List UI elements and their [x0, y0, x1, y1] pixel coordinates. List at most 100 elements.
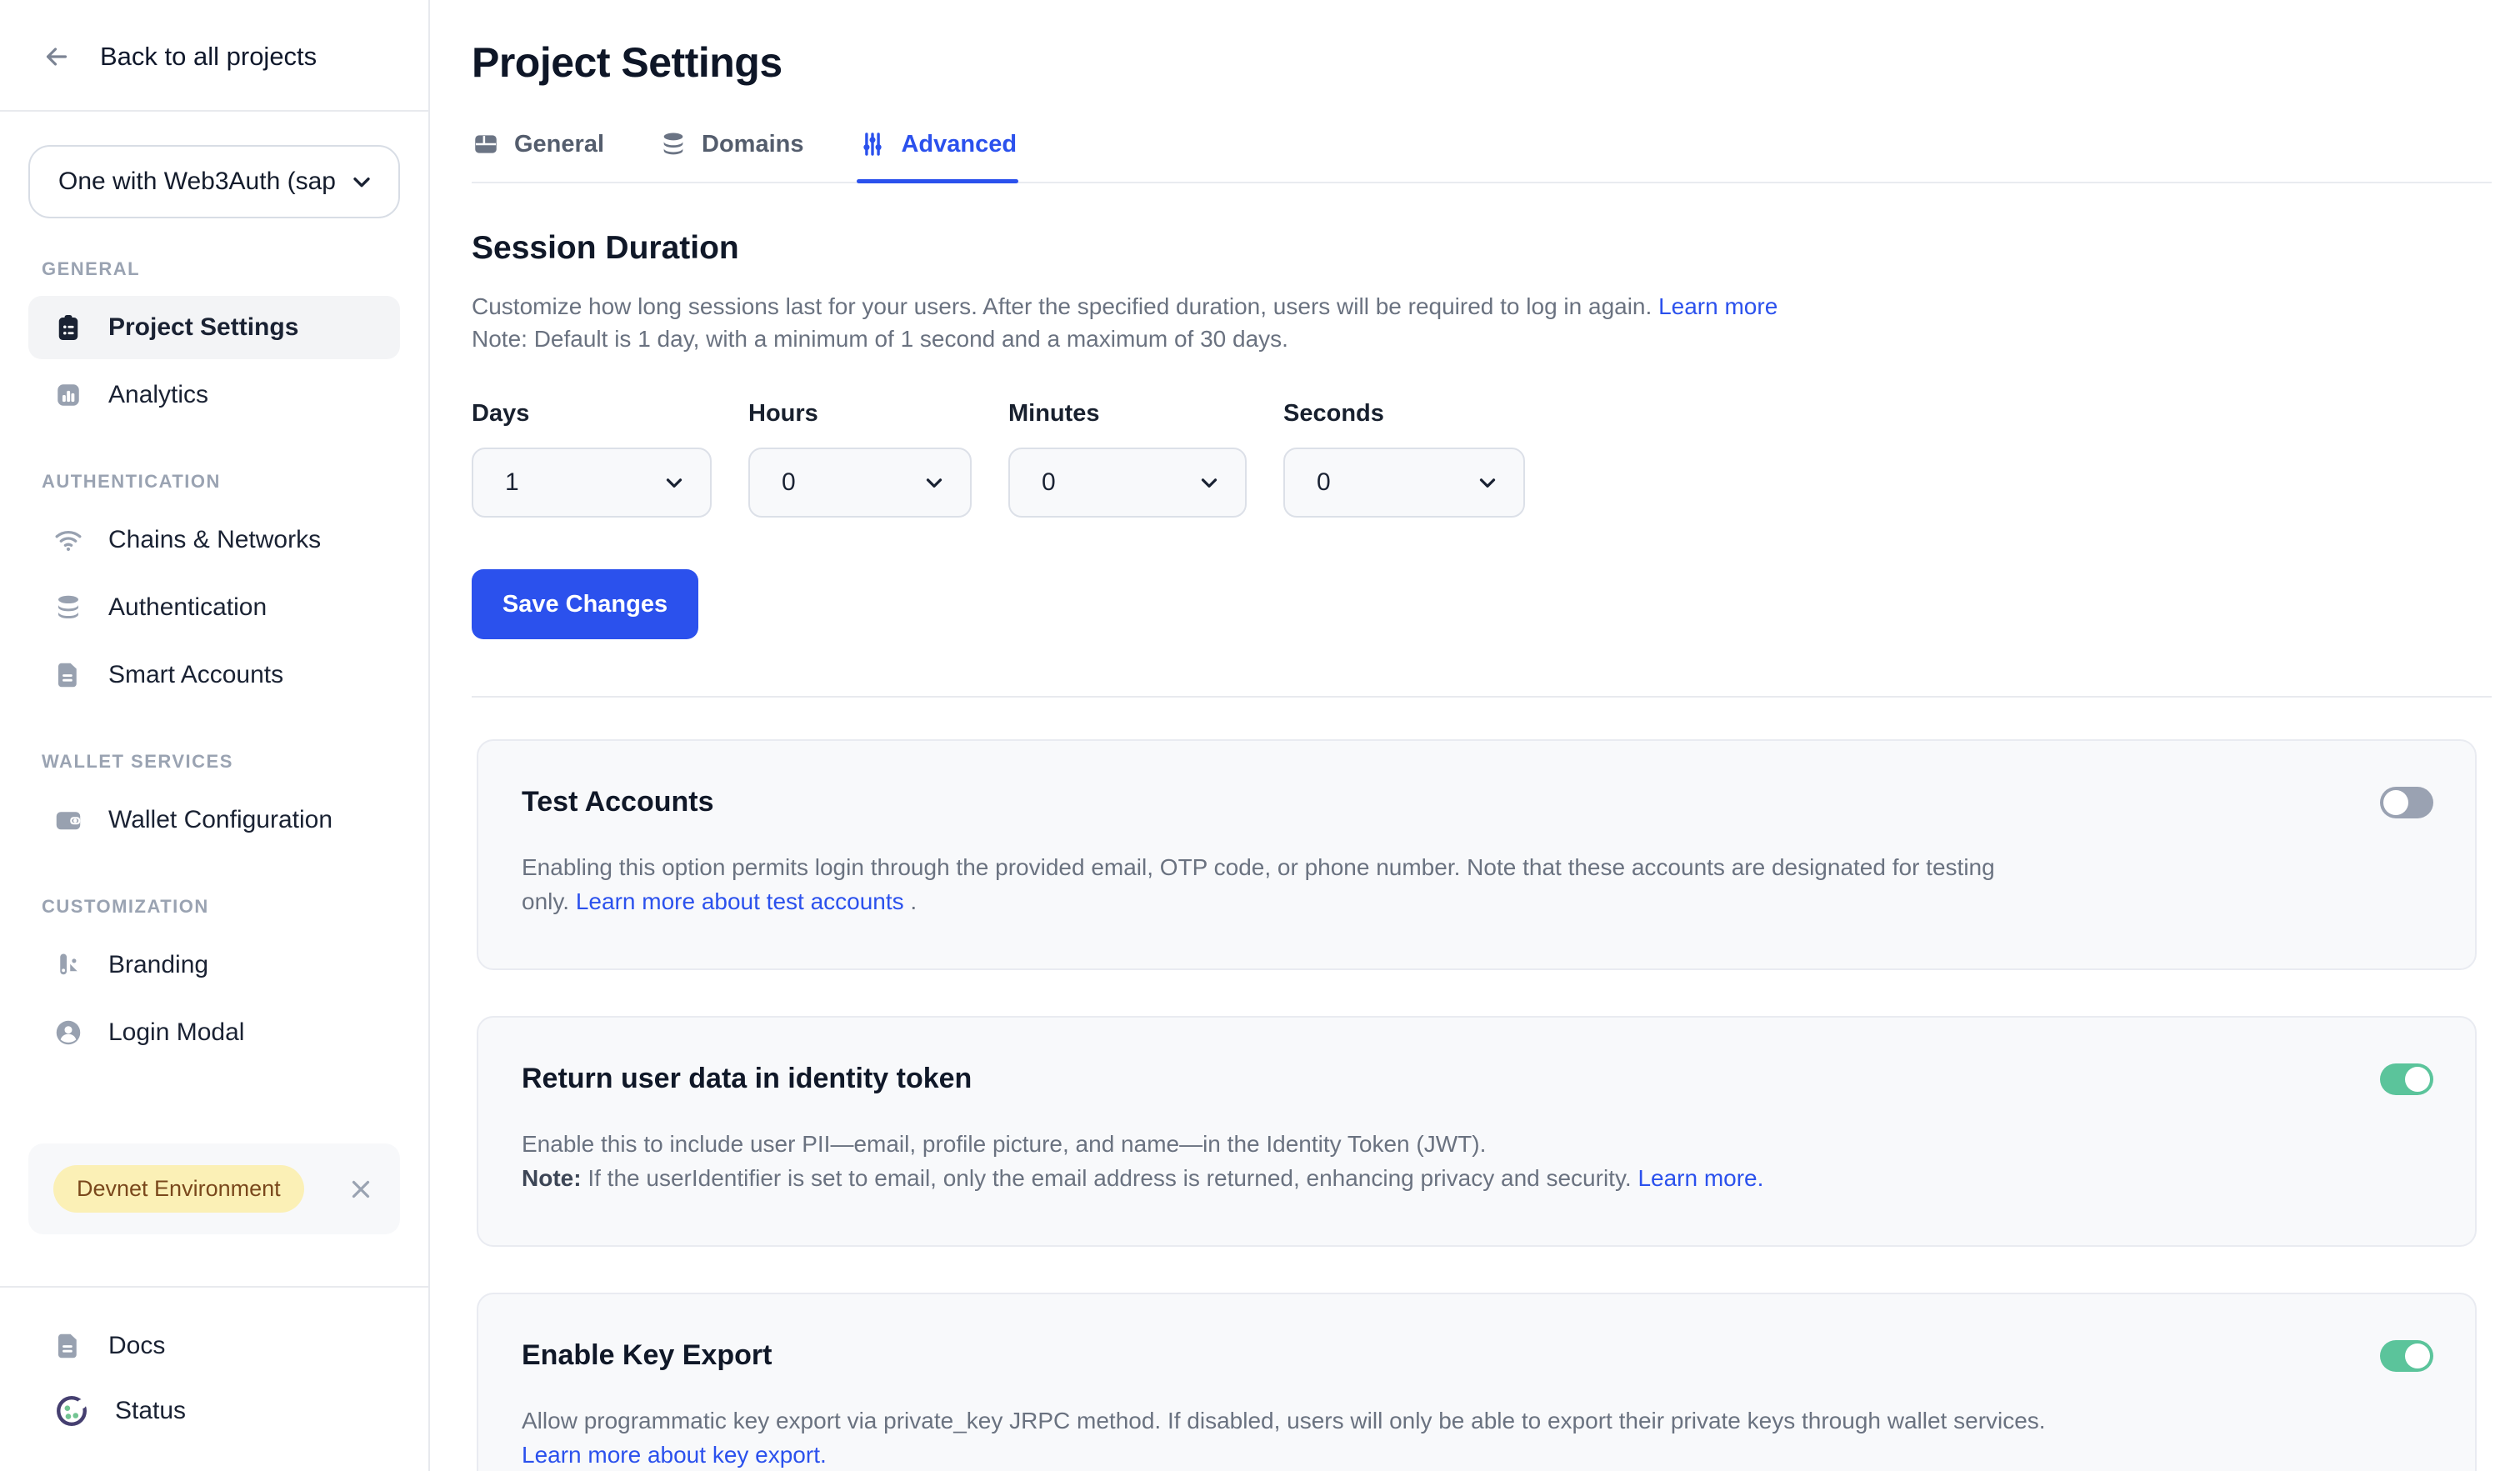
sidebar-item-label: Branding	[108, 951, 208, 979]
docs-icon	[53, 1331, 83, 1361]
session-description-text: Customize how long sessions last for you…	[472, 293, 1652, 319]
sidebar-item-label: Chains & Networks	[108, 526, 321, 554]
back-label: Back to all projects	[100, 42, 317, 72]
sidebar-item-project-settings[interactable]: Project Settings	[28, 296, 400, 359]
stack-icon	[659, 130, 688, 158]
key-export-learn-more-link[interactable]: Learn more about key export.	[522, 1442, 827, 1468]
sidebar-item-chains-networks[interactable]: Chains & Networks	[28, 508, 400, 572]
days-label: Days	[472, 400, 712, 428]
sidebar-group-wallet-services: Wallet Configuration	[0, 784, 428, 856]
cookie-icon	[53, 1393, 90, 1429]
section-label-wallet-services: WALLET SERVICES	[42, 751, 428, 773]
note-label: Note:	[522, 1165, 582, 1191]
field-minutes: Minutes 0	[1008, 400, 1247, 518]
wifi-icon	[53, 525, 83, 555]
identity-token-toggle[interactable]	[2380, 1063, 2433, 1095]
sidebar-item-status[interactable]: Status	[28, 1383, 400, 1439]
sidebar-item-smart-accounts[interactable]: Smart Accounts	[28, 643, 400, 707]
close-icon[interactable]	[347, 1175, 375, 1203]
tab-bar: General Domains Advanced	[472, 130, 2492, 183]
sidebar-item-label: Authentication	[108, 593, 267, 622]
seconds-select[interactable]: 0	[1283, 448, 1525, 518]
days-select[interactable]: 1	[472, 448, 712, 518]
tab-label: Advanced	[901, 131, 1017, 158]
user-circle-icon	[53, 1018, 83, 1048]
card-description: Allow programmatic key export via privat…	[522, 1403, 2433, 1471]
project-selector[interactable]: One with Web3Auth (sap	[28, 145, 400, 218]
chevron-down-icon	[348, 168, 375, 195]
card-title: Return user data in identity token	[522, 1063, 972, 1095]
learn-more-link[interactable]: Learn more	[1658, 293, 1778, 319]
card-description: Enable this to include user PII—email, p…	[522, 1127, 2433, 1195]
arrow-left-icon	[42, 42, 72, 72]
sidebar-item-label: Docs	[108, 1332, 165, 1360]
sidebar-footer: Docs Status	[0, 1286, 428, 1471]
hours-value: 0	[782, 468, 796, 497]
environment-card: Devnet Environment	[28, 1143, 400, 1234]
sidebar-item-label: Wallet Configuration	[108, 806, 332, 834]
sidebar-item-login-modal[interactable]: Login Modal	[28, 1001, 400, 1064]
key-export-card: Enable Key Export Allow programmatic key…	[477, 1293, 2477, 1471]
field-hours: Hours 0	[748, 400, 972, 518]
sidebar-item-analytics[interactable]: Analytics	[28, 363, 400, 427]
card-desc-line1: Enabling this option permits login throu…	[522, 854, 1995, 880]
note-text: If the userIdentifier is set to email, o…	[582, 1165, 1638, 1191]
table-icon	[472, 130, 500, 158]
sidebar-item-label: Status	[115, 1397, 186, 1425]
app-root: Back to all projects One with Web3Auth (…	[0, 0, 2520, 1471]
tab-label: Domains	[702, 131, 803, 158]
page-title: Project Settings	[472, 38, 2492, 87]
minutes-value: 0	[1042, 468, 1056, 497]
footer-divider	[0, 1286, 428, 1288]
sidebar: Back to all projects One with Web3Auth (…	[0, 0, 430, 1471]
hours-select[interactable]: 0	[748, 448, 972, 518]
card-desc-line1: Enable this to include user PII—email, p…	[522, 1131, 1486, 1157]
database-icon	[53, 593, 83, 623]
back-to-projects-link[interactable]: Back to all projects	[0, 0, 428, 110]
chevron-down-icon	[922, 470, 947, 495]
field-days: Days 1	[472, 400, 712, 518]
seconds-value: 0	[1317, 468, 1331, 497]
chevron-down-icon	[1475, 470, 1500, 495]
session-duration-heading: Session Duration	[472, 230, 2492, 267]
test-accounts-learn-more-link[interactable]: Learn more about test accounts	[576, 888, 904, 914]
save-changes-button[interactable]: Save Changes	[472, 569, 698, 639]
tab-domains[interactable]: Domains	[659, 130, 803, 182]
key-export-toggle[interactable]	[2380, 1340, 2433, 1372]
card-desc-line2: only.	[522, 888, 576, 914]
test-accounts-card: Test Accounts Enabling this option permi…	[477, 739, 2477, 970]
identity-token-learn-more-link[interactable]: Learn more.	[1638, 1165, 1763, 1191]
tab-label: General	[514, 131, 604, 158]
session-duration-description: Customize how long sessions last for you…	[472, 290, 2492, 355]
minutes-label: Minutes	[1008, 400, 1247, 428]
session-duration-note: Note: Default is 1 day, with a minimum o…	[472, 326, 1288, 352]
toggle-knob	[2383, 790, 2408, 815]
card-desc-line1: Allow programmatic key export via privat…	[522, 1408, 2046, 1433]
brush-icon	[53, 950, 83, 980]
hours-label: Hours	[748, 400, 972, 428]
tab-general[interactable]: General	[472, 130, 604, 182]
toggle-knob	[2405, 1067, 2430, 1092]
chevron-down-icon	[662, 470, 687, 495]
tab-advanced[interactable]: Advanced	[858, 130, 1017, 182]
field-seconds: Seconds 0	[1283, 400, 1525, 518]
sidebar-group-customization: Branding Login Modal	[0, 929, 428, 1068]
sidebar-item-wallet-configuration[interactable]: Wallet Configuration	[28, 788, 400, 852]
section-label-authentication: AUTHENTICATION	[42, 471, 428, 493]
card-title: Test Accounts	[522, 786, 713, 818]
section-label-customization: CUSTOMIZATION	[42, 896, 428, 918]
sliders-icon	[858, 130, 887, 158]
sidebar-item-docs[interactable]: Docs	[28, 1318, 400, 1374]
days-value: 1	[505, 468, 519, 497]
sidebar-item-authentication[interactable]: Authentication	[28, 576, 400, 639]
test-accounts-toggle[interactable]	[2380, 787, 2433, 818]
minutes-select[interactable]: 0	[1008, 448, 1247, 518]
toggle-knob	[2405, 1343, 2430, 1368]
environment-badge: Devnet Environment	[53, 1165, 304, 1213]
sidebar-item-label: Analytics	[108, 381, 208, 409]
section-label-general: GENERAL	[42, 258, 428, 280]
sidebar-group-general: Project Settings Analytics	[0, 292, 428, 431]
card-title: Enable Key Export	[522, 1339, 772, 1372]
sidebar-item-branding[interactable]: Branding	[28, 933, 400, 997]
sidebar-item-label: Project Settings	[108, 313, 298, 342]
